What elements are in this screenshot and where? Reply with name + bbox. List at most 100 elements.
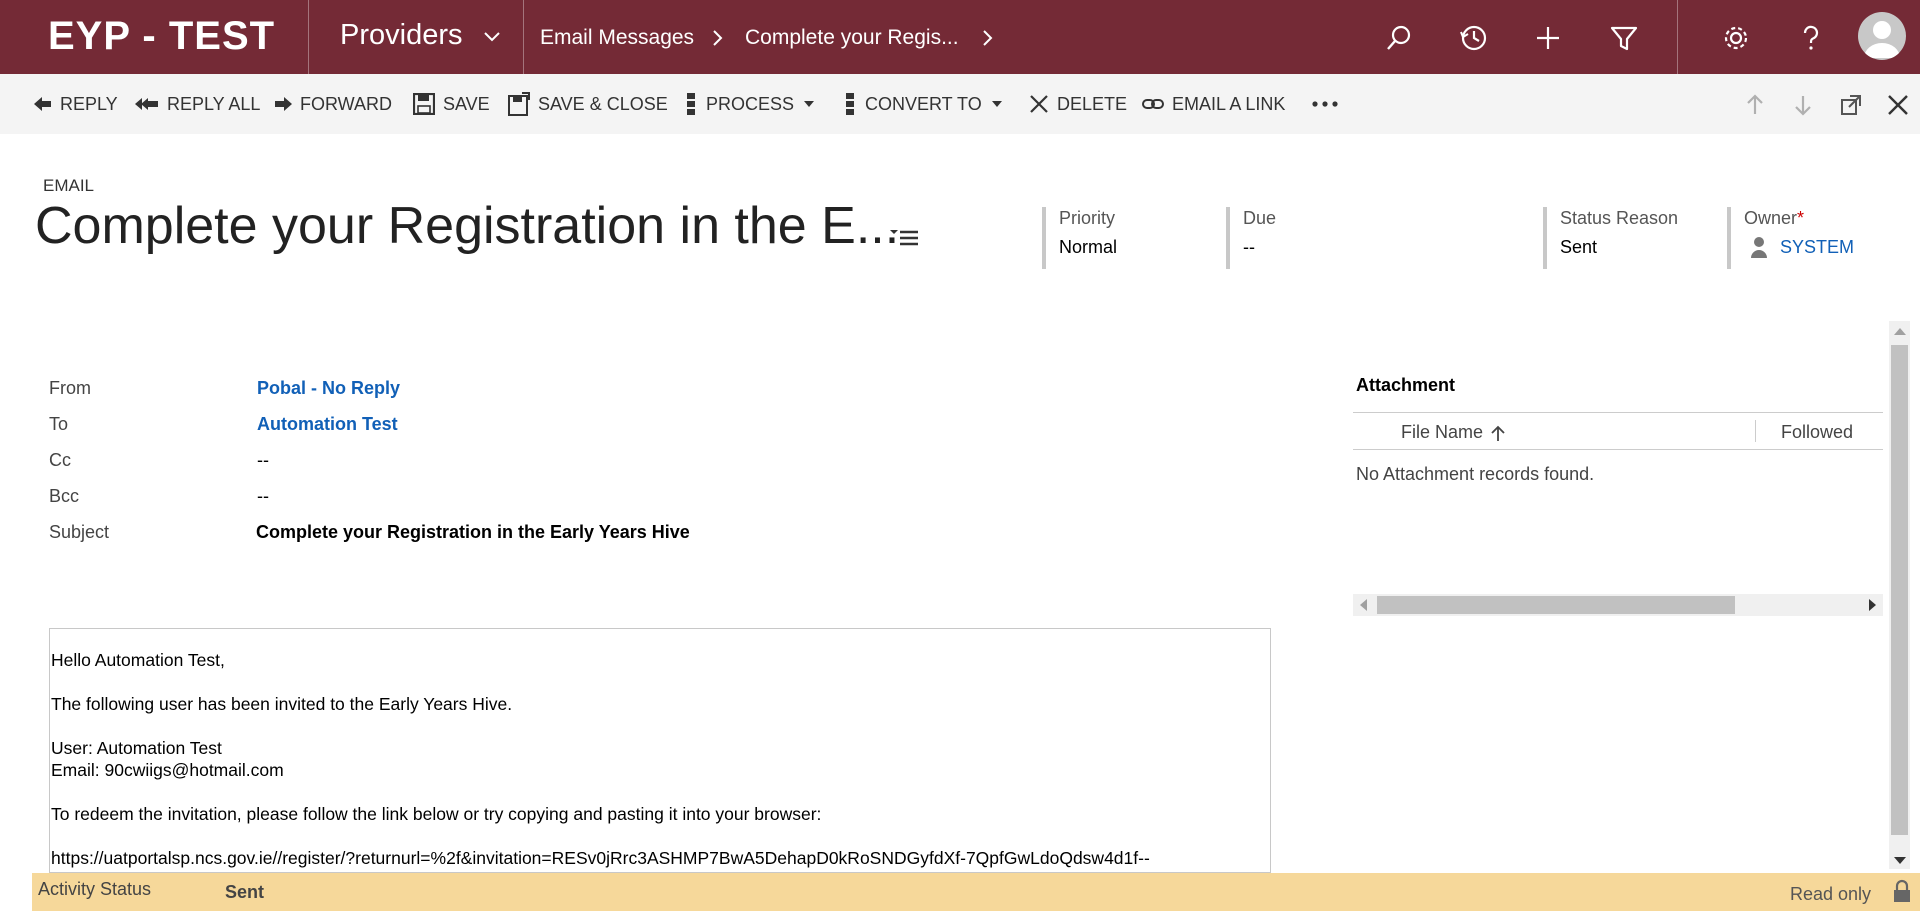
attachment-section-title: Attachment (1356, 375, 1456, 395)
body-greeting: Hello Automation Test, (51, 650, 225, 670)
body-invitation-link[interactable]: https://uatportalsp.ncs.gov.ie//register… (51, 847, 1270, 869)
search-icon[interactable] (1383, 22, 1415, 54)
arrow-down-icon[interactable] (1790, 92, 1816, 118)
gear-icon[interactable] (1720, 22, 1752, 54)
bcc-label: Bcc (49, 486, 80, 506)
history-icon[interactable] (1458, 22, 1490, 54)
save-and-close-label: SAVE & CLOSE (538, 93, 668, 114)
filter-icon[interactable] (1608, 22, 1640, 54)
app-brand[interactable]: EYP - TEST (48, 14, 275, 59)
attachment-grid-header: File Name Followed (1353, 412, 1883, 450)
email-body[interactable]: Hello Automation Test, The following use… (49, 628, 1271, 873)
attachment-empty-message: No Attachment records found. (1356, 464, 1595, 484)
breadcrumb-email-messages[interactable]: Email Messages (540, 26, 694, 50)
save-label: SAVE (443, 93, 490, 114)
bcc-value[interactable]: -- (257, 486, 269, 507)
priority-value: Normal (1059, 237, 1118, 257)
help-icon[interactable] (1795, 22, 1827, 54)
body-instruction: To redeem the invitation, please follow … (51, 804, 822, 824)
scrollbar-thumb[interactable] (1377, 596, 1735, 614)
column-divider[interactable] (1755, 420, 1756, 442)
forward-label: FORWARD (300, 93, 392, 114)
scroll-up-icon[interactable] (1894, 327, 1906, 337)
delete-icon (1030, 95, 1048, 113)
subject-label: Subject (49, 522, 110, 542)
read-only-indicator: Read only (1790, 884, 1872, 904)
owner-link[interactable]: SYSTEM (1780, 236, 1854, 258)
caret-down-icon (991, 101, 1002, 107)
chevron-down-icon[interactable] (480, 24, 504, 48)
sort-ascending-icon (1491, 425, 1505, 441)
chevron-right-icon (713, 30, 723, 46)
attachment-horizontal-scrollbar[interactable] (1353, 594, 1883, 616)
status-reason-field[interactable]: Status Reason Sent (1543, 207, 1723, 269)
from-label: From (49, 378, 91, 398)
caret-down-icon (804, 101, 815, 107)
nav-divider (1677, 0, 1678, 74)
cc-value[interactable]: -- (257, 450, 269, 471)
form-selector-icon[interactable] (890, 222, 920, 250)
scroll-left-icon[interactable] (1359, 599, 1369, 611)
body-user: User: Automation Test (51, 738, 222, 758)
cc-label: Cc (49, 450, 71, 470)
owner-value: SYSTEM (1744, 236, 1897, 258)
reply-all-icon (135, 98, 158, 110)
link-icon (1142, 99, 1164, 109)
reply-label: REPLY (60, 93, 118, 114)
activity-status-label: Activity Status (38, 879, 152, 899)
subject-value[interactable]: Complete your Registration in the Early … (256, 522, 690, 543)
owner-label-text: Owner (1744, 208, 1798, 228)
reply-icon (34, 97, 51, 111)
entity-type-label: EMAIL (43, 176, 95, 195)
required-marker: * (1797, 208, 1805, 228)
due-field[interactable]: Due -- (1226, 207, 1536, 269)
column-header-file-name[interactable]: File Name (1401, 422, 1507, 443)
due-value: -- (1243, 237, 1255, 257)
pop-out-icon[interactable] (1838, 92, 1864, 118)
chevron-right-icon[interactable] (978, 26, 998, 50)
plus-icon[interactable] (1532, 22, 1564, 54)
column-header-followed[interactable]: Followed (1781, 422, 1853, 443)
save-button[interactable]: SAVE (413, 92, 490, 116)
page-vertical-scrollbar[interactable] (1889, 321, 1910, 869)
command-bar: REPLY REPLY ALL FORWARD SAVE SAVE & CLOS… (0, 74, 1920, 134)
record-title: Complete your Registration in the E... (35, 197, 900, 255)
status-reason-label: Status Reason (1560, 208, 1679, 228)
save-and-close-icon (508, 92, 530, 116)
convert-to-button[interactable]: CONVERT TO (843, 92, 1002, 116)
from-value-link[interactable]: Pobal - No Reply (257, 378, 400, 399)
save-icon (413, 93, 435, 115)
top-navigation-bar: EYP - TEST Providers Email Messages Comp… (0, 0, 1920, 74)
reply-all-button[interactable]: REPLY ALL (135, 92, 260, 116)
user-icon (1751, 237, 1767, 258)
area-switcher-label[interactable]: Providers (340, 19, 463, 52)
reply-button[interactable]: REPLY (34, 92, 118, 116)
priority-field[interactable]: Priority Normal (1042, 207, 1222, 269)
process-button[interactable]: PROCESS (684, 92, 815, 116)
to-value-link[interactable]: Automation Test (257, 414, 398, 435)
user-avatar[interactable] (1858, 12, 1906, 60)
delete-button[interactable]: DELETE (1029, 92, 1127, 116)
more-icon (1312, 101, 1338, 107)
owner-field[interactable]: Owner* SYSTEM (1727, 207, 1897, 269)
scroll-down-icon[interactable] (1894, 855, 1906, 865)
convert-icon (846, 93, 854, 115)
nav-divider (308, 0, 309, 74)
scrollbar-thumb[interactable] (1891, 345, 1908, 835)
more-commands-button[interactable] (1312, 92, 1346, 116)
scroll-right-icon[interactable] (1867, 599, 1877, 611)
priority-label: Priority (1059, 208, 1116, 228)
forward-button[interactable]: FORWARD (274, 92, 392, 116)
breadcrumb-current-record[interactable]: Complete your Regis... (745, 26, 959, 50)
convert-to-label: CONVERT TO (865, 93, 982, 114)
arrow-up-icon[interactable] (1742, 92, 1768, 118)
process-label: PROCESS (706, 93, 795, 114)
email-a-link-button[interactable]: EMAIL A LINK (1142, 92, 1285, 116)
save-and-close-button[interactable]: SAVE & CLOSE (508, 92, 668, 116)
close-icon[interactable] (1885, 92, 1911, 118)
file-name-label: File Name (1401, 422, 1484, 442)
user-icon (1864, 21, 1900, 58)
nav-divider (523, 0, 524, 74)
process-icon (687, 93, 695, 115)
status-footer: Activity Status Sent Read only (32, 873, 1920, 911)
